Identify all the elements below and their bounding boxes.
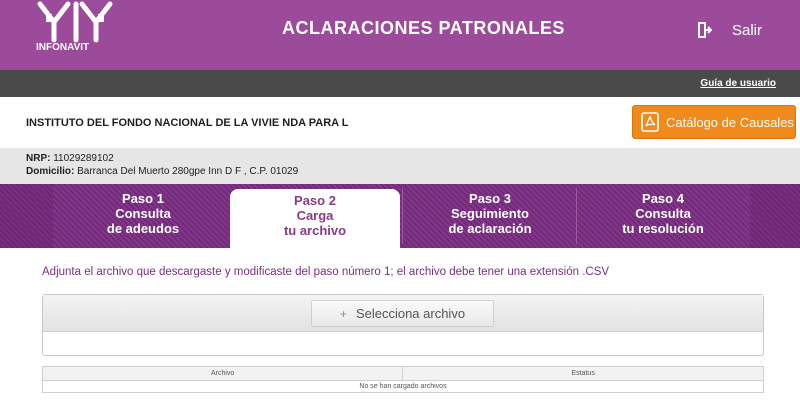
- uploaded-files-table: Archivo Estatus No se han cargado archiv…: [41, 366, 764, 393]
- address-label: Domicilio:: [26, 166, 75, 177]
- column-header-status: Estatus: [402, 366, 764, 381]
- dark-bar: [0, 70, 800, 97]
- step-title: Seguimiento: [450, 206, 529, 221]
- page-title: ACLARACIONES PATRONALES: [282, 18, 565, 38]
- step-label: Paso 3: [469, 191, 511, 206]
- step-divider: [576, 188, 577, 244]
- step-2-tab[interactable]: Paso 2 Carga tu archivo: [230, 189, 400, 248]
- address-info: Domicilio: Barranca Del Muerto 280gpe In…: [26, 166, 298, 177]
- table-row: No se han cargado archivos: [42, 380, 764, 393]
- logout-icon: [698, 22, 712, 38]
- step-3-tab[interactable]: Paso 3 Seguimiento de aclaración: [404, 187, 576, 245]
- employer-name: INSTITUTO DEL FONDO NACIONAL DE LA VIVIE…: [26, 117, 349, 129]
- step-title: Carga: [296, 208, 334, 223]
- nrp-label: NRP:: [26, 153, 51, 164]
- logout-button[interactable]: Salir: [698, 19, 762, 41]
- step-subtitle: tu resolución: [622, 221, 704, 236]
- step-1-tab[interactable]: Paso 1 Consulta de adeudos: [58, 187, 228, 245]
- step-title: Consulta: [635, 206, 691, 221]
- step-label: Paso 1: [122, 191, 164, 206]
- step-subtitle: de aclaración: [448, 221, 532, 236]
- column-header-file: Archivo: [41, 366, 404, 381]
- pdf-icon: [641, 112, 659, 132]
- upload-instruction: Adjunta el archivo que descargaste y mod…: [42, 266, 610, 278]
- step-label: Paso 4: [642, 191, 684, 206]
- step-subtitle: tu archivo: [283, 223, 347, 238]
- nrp-info: NRP: 11029289102: [26, 153, 114, 164]
- step-title: Consulta: [115, 206, 171, 221]
- address-value: Barranca Del Muerto 280gpe Inn D F , C.P…: [77, 166, 299, 177]
- catalog-button-label: Catálogo de Causales: [666, 114, 794, 130]
- catalog-button[interactable]: Catálogo de Causales: [632, 105, 796, 139]
- user-guide-link[interactable]: Guía de usuario: [700, 78, 776, 89]
- step-label: Paso 2: [294, 193, 336, 208]
- logout-label: Salir: [732, 21, 763, 39]
- step-divider: [402, 188, 403, 244]
- logo-text: INFONAVIT: [36, 42, 90, 53]
- nrp-value: 11029289102: [53, 153, 114, 164]
- plus-icon: +: [339, 306, 347, 321]
- step-subtitle: de adeudos: [106, 221, 180, 236]
- empty-table-message: No se han cargado archivos: [42, 380, 764, 393]
- step-4-tab[interactable]: Paso 4 Consulta tu resolución: [578, 187, 748, 245]
- select-file-button[interactable]: + Selecciona archivo: [311, 300, 494, 327]
- select-file-label: Selecciona archivo: [355, 306, 466, 321]
